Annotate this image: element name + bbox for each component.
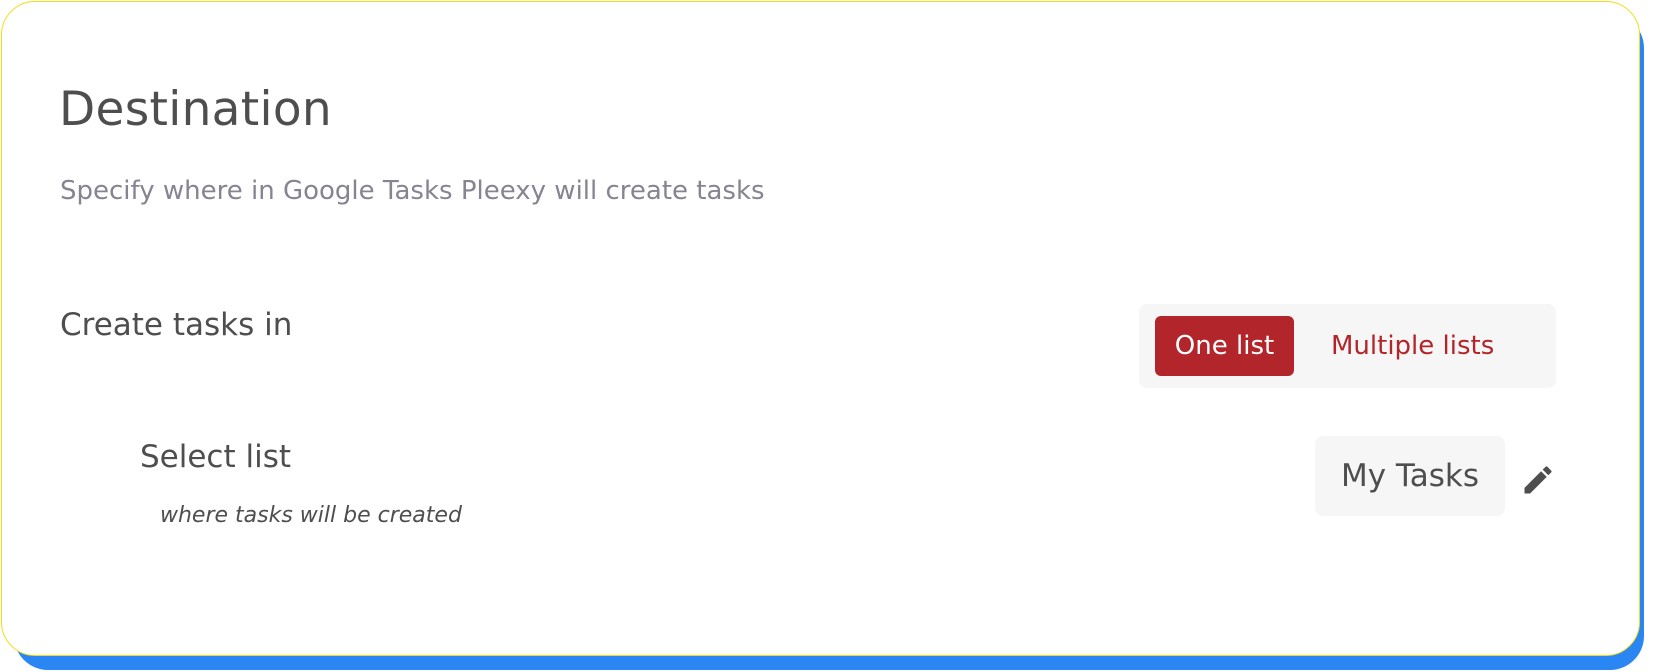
destination-card-wrapper: Destination Specify where in Google Task… <box>0 0 1656 672</box>
select-list-hint: where tasks will be created <box>160 503 462 528</box>
one-list-option[interactable]: One list <box>1155 316 1294 376</box>
destination-card: Destination Specify where in Google Task… <box>1 1 1640 656</box>
selected-list-value[interactable]: My Tasks <box>1315 436 1505 516</box>
select-list-label: Select list <box>140 439 292 475</box>
create-tasks-toggle: One list Multiple lists <box>1139 304 1556 388</box>
pencil-icon[interactable] <box>1518 460 1558 500</box>
section-subtitle: Specify where in Google Tasks Pleexy wil… <box>60 176 765 206</box>
section-title: Destination <box>59 82 332 137</box>
create-tasks-label: Create tasks in <box>60 307 293 343</box>
multiple-lists-option[interactable]: Multiple lists <box>1319 316 1506 376</box>
